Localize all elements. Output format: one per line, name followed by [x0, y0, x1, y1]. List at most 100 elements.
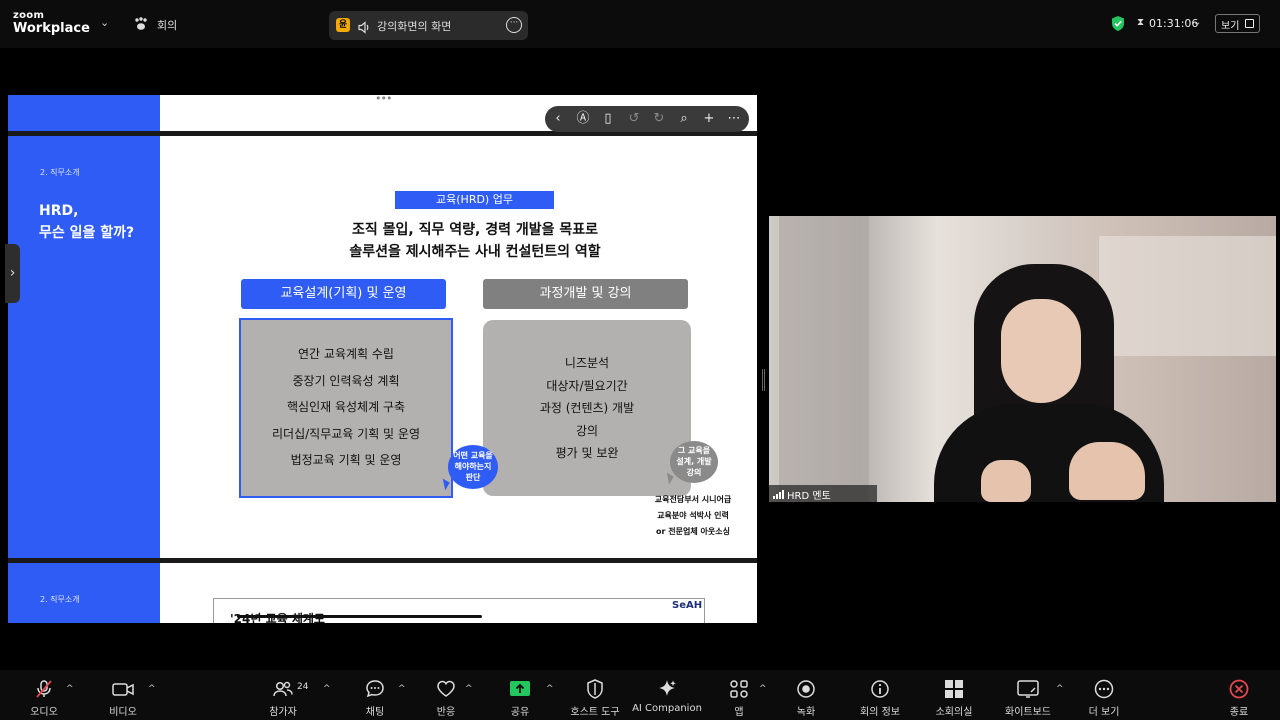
annotate-icon[interactable]: Ⓐ [572, 106, 594, 132]
chevron-up-icon[interactable]: ^ [759, 684, 767, 694]
background-blur [779, 216, 869, 502]
meeting-label[interactable]: 회의 [157, 17, 177, 33]
camera-icon [104, 678, 142, 700]
shield-icon [566, 678, 624, 700]
section-label: 2. 직무소개 [40, 168, 80, 177]
react-button[interactable]: 반응 [428, 678, 464, 718]
chevron-down-icon[interactable]: ⌄ [1193, 17, 1201, 28]
ai-companion-label: AI Companion [632, 703, 702, 714]
view-button[interactable]: 보기 [1215, 14, 1260, 33]
slide-heading: HRD, 무슨 일을 할까? [39, 200, 134, 244]
apps-icon [722, 678, 756, 700]
end-meeting-button[interactable]: 종료 [1222, 678, 1256, 718]
undo-icon[interactable]: ↺ [623, 106, 645, 132]
video-button[interactable]: 비디오 [104, 678, 142, 718]
bubble-line: 해야하는지 [454, 462, 492, 471]
brand-small: zoom [13, 10, 45, 21]
screen-share-indicator[interactable]: 윤 강의화면의 화면 ··· [329, 11, 528, 40]
shared-screen[interactable]: ••• ‹ Ⓐ ▯ ↺ ↻ ⌕ + ⋯ 2. 직무소개 HRD, 무슨 일을 할… [8, 95, 757, 623]
list-item: 연간 교육계획 수립 [298, 347, 394, 361]
speaker-icon[interactable] [357, 19, 371, 38]
speech-bubble-left: 어떤 교육을 해야하는지 판단 [448, 445, 498, 489]
zoom-workplace-logo[interactable]: zoom Workplace [13, 10, 90, 36]
hrd-tag: 교육(HRD) 업무 [395, 191, 554, 209]
side-panel-icon[interactable]: ▯ [597, 106, 619, 132]
chevron-up-icon[interactable]: ^ [398, 684, 406, 694]
back-icon[interactable]: ‹ [547, 106, 569, 132]
participants-button[interactable]: 참가자 [265, 678, 301, 718]
chevron-up-icon[interactable]: ^ [465, 684, 473, 694]
participant-video[interactable]: HRD 멘토 [769, 216, 1276, 502]
more-options-icon[interactable]: ⋯ [723, 106, 745, 132]
note-line: 교육분야 석박사 인력 [657, 511, 729, 520]
slide-next: 2. 직무소개 SeAH '24년 교육 체계도 [8, 563, 757, 623]
headline-line: 솔루션을 제시해주는 사내 컨설턴트의 역할 [349, 244, 601, 260]
sparkle-icon [630, 678, 704, 700]
meeting-info-label: 회의 정보 [860, 707, 900, 718]
list-item: 핵심인재 육성체계 구축 [286, 400, 406, 414]
audio-button[interactable]: 오디오 [25, 678, 63, 718]
right-items-box: 니즈분석 대상자/필요기간 과정 (컨텐츠) 개발 강의 평가 및 보완 [483, 320, 691, 496]
ai-companion-button[interactable]: AI Companion [630, 678, 704, 718]
background-blur [1099, 236, 1276, 356]
record-label: 녹화 [796, 707, 816, 718]
breakout-rooms-button[interactable]: 소회의실 [930, 678, 978, 718]
expand-panel-tab[interactable]: › [5, 244, 20, 303]
chevron-up-icon[interactable]: ^ [148, 684, 156, 694]
whiteboard-icon [1000, 678, 1056, 700]
sharer-avatar: 윤 [336, 18, 350, 32]
headline-line: 조직 몰입, 직무 역량, 경력 개발을 목표로 [352, 222, 598, 238]
shield-check-icon[interactable] [1111, 15, 1125, 36]
record-button[interactable]: 녹화 [789, 678, 823, 718]
slide-side-panel [8, 563, 160, 623]
whiteboard-label: 화이트보드 [1005, 707, 1051, 718]
left-column-title: 교육설계(기획) 및 운영 [241, 279, 446, 309]
heart-icon [428, 678, 464, 700]
chevron-up-icon[interactable]: ^ [546, 684, 554, 694]
annotation-toolbar: ‹ Ⓐ ▯ ↺ ↻ ⌕ + ⋯ [545, 106, 749, 132]
chat-icon [357, 678, 393, 700]
mic-muted-icon [25, 678, 63, 700]
paw-icon[interactable] [133, 16, 149, 35]
participant-name: HRD 멘토 [787, 491, 831, 502]
list-item: 과정 (컨텐츠) 개발 [539, 401, 635, 416]
chevron-up-icon[interactable]: ^ [323, 684, 331, 694]
list-item: 대상자/필요기간 [546, 378, 628, 393]
section-label: 2. 직무소개 [40, 595, 80, 604]
more-button[interactable]: 더 보기 [1084, 678, 1124, 718]
share-button[interactable]: 공유 [502, 678, 538, 718]
apps-button[interactable]: 앱 [722, 678, 756, 718]
participants-label: 참가자 [269, 707, 297, 718]
react-label: 반응 [436, 707, 456, 718]
list-item: 평가 및 보완 [555, 446, 619, 461]
plus-icon[interactable]: + [698, 106, 720, 132]
prev-slide-blue-strip [8, 95, 160, 131]
meeting-controls: 오디오 ^ 비디오 ^ 참가자 24 ^ 채팅 ^ 반응 ^ 공유 ^ 호스트 … [0, 670, 1280, 720]
zoom-search-icon[interactable]: ⌕ [673, 106, 695, 132]
redo-icon[interactable]: ↻ [648, 106, 670, 132]
scroll-indicator[interactable] [237, 615, 482, 618]
host-tools-label: 호스트 도구 [570, 707, 620, 718]
breakout-label: 소회의실 [935, 707, 973, 718]
list-item: 법정교육 기획 및 운영 [290, 453, 402, 467]
chat-label: 채팅 [365, 707, 385, 718]
record-icon [789, 678, 823, 700]
note-line: or 전문업체 아웃소싱 [656, 527, 730, 536]
resize-handle[interactable] [762, 369, 765, 391]
chevron-up-icon[interactable]: ^ [1056, 684, 1064, 694]
left-items-box: 연간 교육계획 수립 중장기 인력육성 계획 핵심인재 육성체계 구축 리더십/… [239, 318, 453, 498]
chevron-down-icon[interactable]: ⌄ [100, 16, 109, 29]
list-item: 중장기 인력육성 계획 [292, 373, 400, 388]
meeting-info-button[interactable]: 회의 정보 [855, 678, 905, 718]
host-tools-button[interactable]: 호스트 도구 [566, 678, 624, 718]
drag-handle-icon[interactable]: ••• [375, 95, 392, 105]
brand-big: Workplace [13, 21, 90, 36]
note-line: 교육전담부서 시니어급 [654, 495, 732, 504]
chevron-up-icon[interactable]: ^ [66, 684, 74, 694]
share-screen-icon [502, 678, 538, 700]
more-icon[interactable]: ··· [506, 17, 522, 33]
window-icon [1245, 19, 1254, 28]
participant-name-tag: HRD 멘토 [769, 485, 877, 502]
chat-button[interactable]: 채팅 [357, 678, 393, 718]
whiteboard-button[interactable]: 화이트보드 [1000, 678, 1056, 718]
